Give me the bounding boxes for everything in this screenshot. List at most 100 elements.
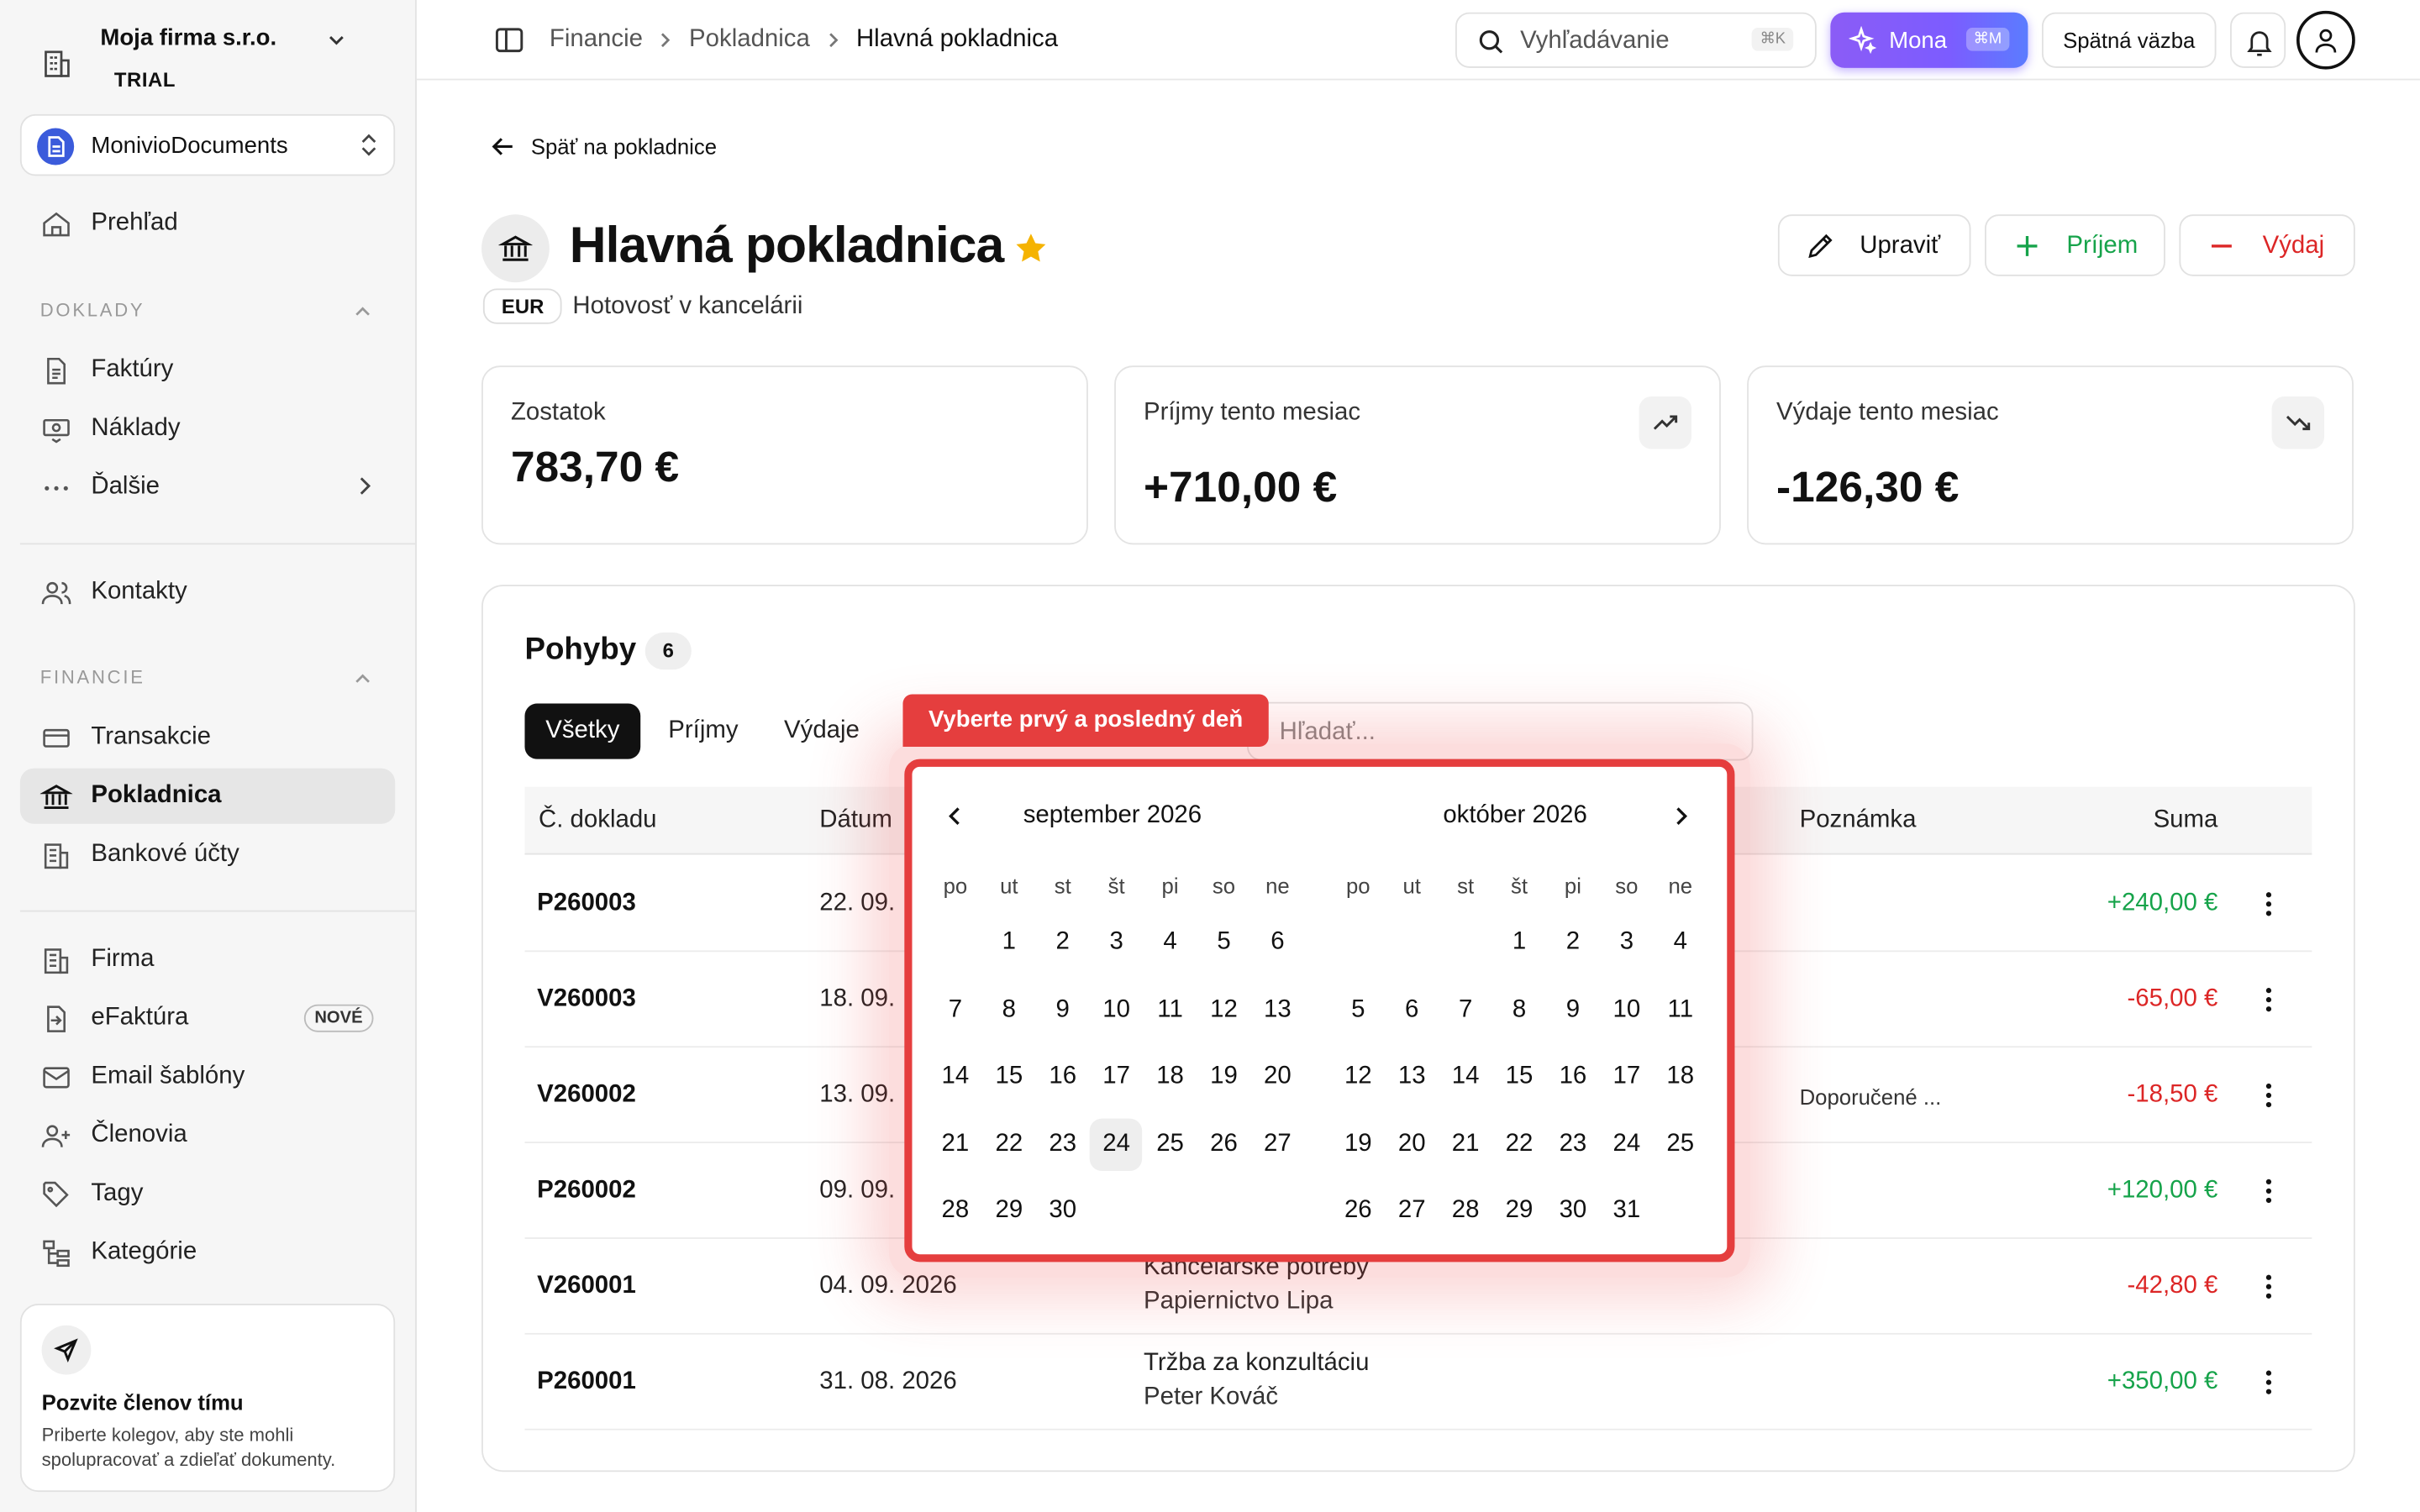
- calendar-day[interactable]: 14: [929, 1051, 981, 1103]
- sidebar-item-categories[interactable]: Kategórie: [20, 1225, 395, 1280]
- calendar-day[interactable]: 2: [1037, 916, 1089, 969]
- sidebar-item-email-templates[interactable]: Email šablóny: [20, 1049, 395, 1105]
- calendar-day[interactable]: 15: [983, 1051, 1035, 1103]
- calendar-day[interactable]: 1: [1493, 916, 1545, 969]
- calendar-day[interactable]: 5: [1332, 984, 1384, 1036]
- calendar-day[interactable]: 2: [1547, 916, 1599, 969]
- calendar-day[interactable]: 8: [1493, 984, 1545, 1036]
- calendar-day[interactable]: 27: [1251, 1118, 1303, 1170]
- calendar-day[interactable]: 16: [1037, 1051, 1089, 1103]
- calendar-day[interactable]: 4: [1144, 916, 1196, 969]
- sidebar-item-members[interactable]: Členovia: [20, 1108, 395, 1163]
- mona-button[interactable]: Mona ⌘M: [1830, 12, 2028, 68]
- calendar-day[interactable]: 23: [1037, 1118, 1089, 1170]
- calendar-day[interactable]: 14: [1439, 1051, 1491, 1103]
- calendar-day[interactable]: 12: [1332, 1051, 1384, 1103]
- sidebar-item-company[interactable]: Firma: [20, 932, 395, 987]
- calendar-day[interactable]: 27: [1386, 1185, 1438, 1237]
- col-note[interactable]: Poznámka: [1800, 807, 1917, 835]
- calendar-day[interactable]: 22: [1493, 1118, 1545, 1170]
- star-icon[interactable]: [1013, 230, 1050, 267]
- calendar-day[interactable]: 20: [1251, 1051, 1303, 1103]
- tab-income[interactable]: Príjmy: [668, 704, 738, 759]
- sidebar-item-more[interactable]: Ďalšie: [20, 459, 395, 515]
- calendar-day[interactable]: 13: [1386, 1051, 1438, 1103]
- col-date[interactable]: Dátum: [819, 807, 892, 835]
- breadcrumb-item[interactable]: Pokladnica: [689, 26, 810, 54]
- calendar-day[interactable]: 30: [1547, 1185, 1599, 1237]
- chevron-up-icon[interactable]: [354, 302, 372, 321]
- back-link[interactable]: Späť na pokladnice: [491, 134, 717, 159]
- notifications-button[interactable]: [2230, 12, 2286, 68]
- chevron-up-icon[interactable]: [354, 669, 372, 688]
- breadcrumb-item[interactable]: Financie: [550, 26, 643, 54]
- calendar-day[interactable]: 6: [1251, 916, 1303, 969]
- calendar-day[interactable]: 7: [1439, 984, 1491, 1036]
- edit-button[interactable]: Upraviť: [1777, 214, 1971, 276]
- calendar-day[interactable]: 10: [1601, 984, 1653, 1036]
- calendar-day[interactable]: 31: [1601, 1185, 1653, 1237]
- sidebar-item-cashbox[interactable]: Pokladnica: [19, 768, 396, 824]
- tab-expenses[interactable]: Výdaje: [784, 704, 860, 759]
- kebab-menu-icon[interactable]: [2256, 1368, 2281, 1396]
- sidebar-item-tags[interactable]: Tagy: [20, 1167, 395, 1222]
- calendar-day[interactable]: 15: [1493, 1051, 1545, 1103]
- invite-card[interactable]: Pozvite členov tímu Priberte kolegov, ab…: [19, 1304, 396, 1493]
- calendar-day[interactable]: 22: [983, 1118, 1035, 1170]
- feedback-button[interactable]: Spätná väzba: [2041, 12, 2217, 68]
- calendar-day[interactable]: 19: [1197, 1051, 1249, 1103]
- calendar-day[interactable]: 4: [1655, 916, 1707, 969]
- calendar-day[interactable]: 10: [1090, 984, 1142, 1036]
- calendar-day[interactable]: 25: [1655, 1118, 1707, 1170]
- calendar-day[interactable]: 16: [1547, 1051, 1599, 1103]
- calendar-day[interactable]: 25: [1144, 1118, 1196, 1170]
- calendar-day[interactable]: 20: [1386, 1118, 1438, 1170]
- calendar-day[interactable]: 23: [1547, 1118, 1599, 1170]
- calendar-day[interactable]: 24: [1601, 1118, 1653, 1170]
- calendar-day[interactable]: 9: [1037, 984, 1089, 1036]
- next-month-icon[interactable]: [1668, 802, 1692, 830]
- calendar-day[interactable]: 30: [1037, 1185, 1089, 1237]
- kebab-menu-icon[interactable]: [2256, 1082, 2281, 1110]
- global-search[interactable]: Vyhľadávanie ⌘K: [1455, 12, 1817, 68]
- calendar-day[interactable]: 21: [929, 1118, 981, 1170]
- calendar-day[interactable]: 11: [1655, 984, 1707, 1036]
- calendar-day[interactable]: 28: [929, 1185, 981, 1237]
- calendar-day[interactable]: 21: [1439, 1118, 1491, 1170]
- calendar-day[interactable]: 26: [1197, 1118, 1249, 1170]
- calendar-day[interactable]: 1: [983, 916, 1035, 969]
- calendar-day[interactable]: 28: [1439, 1185, 1491, 1237]
- calendar-day[interactable]: 17: [1601, 1051, 1653, 1103]
- sidebar-item-contacts[interactable]: Kontakty: [20, 564, 395, 620]
- calendar-day[interactable]: 6: [1386, 984, 1438, 1036]
- kebab-menu-icon[interactable]: [2256, 890, 2281, 918]
- calendar-day[interactable]: 18: [1144, 1051, 1196, 1103]
- sidebar-item-expenses[interactable]: Náklady: [20, 402, 395, 457]
- calendar-day[interactable]: 29: [1493, 1185, 1545, 1237]
- calendar-day[interactable]: 7: [929, 984, 981, 1036]
- add-expense-button[interactable]: Výdaj: [2179, 214, 2355, 276]
- col-doc[interactable]: Č. dokladu: [539, 807, 657, 835]
- table-row[interactable]: P260001 31. 08. 2026 Tržba za konzultáciu P…: [524, 1335, 2312, 1431]
- calendar-day[interactable]: 8: [983, 984, 1035, 1036]
- sidebar-item-einvoice[interactable]: eFaktúra NOVÉ: [20, 990, 395, 1046]
- tab-all[interactable]: Všetky: [524, 703, 641, 759]
- kebab-menu-icon[interactable]: [2256, 1273, 2281, 1300]
- sidebar-item-transactions[interactable]: Transakcie: [20, 710, 395, 765]
- calendar-day[interactable]: 9: [1547, 984, 1599, 1036]
- calendar-day[interactable]: 3: [1090, 916, 1142, 969]
- calendar-day[interactable]: 3: [1601, 916, 1653, 969]
- add-income-button[interactable]: Príjem: [1984, 214, 2165, 276]
- calendar-day[interactable]: 5: [1197, 916, 1249, 969]
- user-avatar[interactable]: [2296, 10, 2355, 70]
- workspace-selector[interactable]: MonivioDocuments: [19, 113, 396, 176]
- calendar-day[interactable]: 13: [1251, 984, 1303, 1036]
- calendar-day[interactable]: 18: [1655, 1051, 1707, 1103]
- calendar-day[interactable]: 11: [1144, 984, 1196, 1036]
- col-amount[interactable]: Suma: [2154, 807, 2218, 835]
- sidebar-toggle-icon[interactable]: [494, 24, 525, 55]
- calendar-day[interactable]: 29: [983, 1185, 1035, 1237]
- calendar-day[interactable]: 24: [1090, 1117, 1143, 1171]
- sidebar-item-overview[interactable]: Prehľad: [20, 196, 395, 251]
- calendar-day[interactable]: 17: [1090, 1051, 1142, 1103]
